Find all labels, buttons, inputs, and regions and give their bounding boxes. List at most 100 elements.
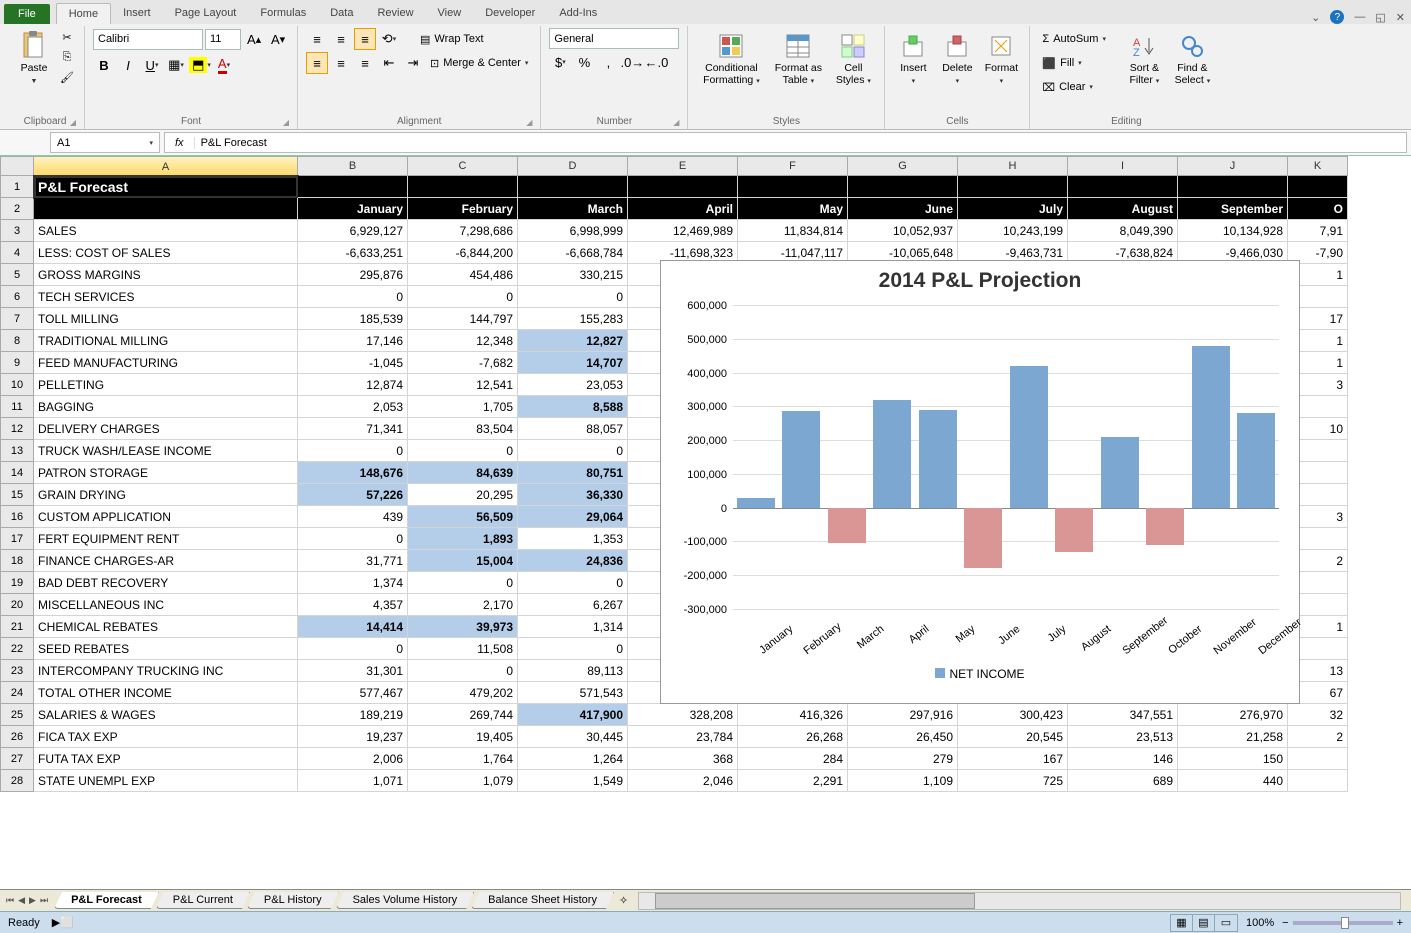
col-header-D[interactable]: D: [518, 156, 628, 176]
cell[interactable]: 6,998,999: [518, 220, 628, 242]
row-header-7[interactable]: 7: [0, 308, 34, 330]
cell[interactable]: [738, 176, 848, 198]
cell[interactable]: 297,916: [848, 704, 958, 726]
cell[interactable]: 416,326: [738, 704, 848, 726]
cell[interactable]: 71,341: [298, 418, 408, 440]
page-break-view-button[interactable]: ▭: [1215, 915, 1237, 931]
cell[interactable]: -6,844,200: [408, 242, 518, 264]
cell[interactable]: 347,551: [1068, 704, 1178, 726]
row-header-18[interactable]: 18: [0, 550, 34, 572]
cell[interactable]: 8,049,390: [1068, 220, 1178, 242]
row-label[interactable]: TOTAL OTHER INCOME: [34, 682, 298, 704]
month-header[interactable]: June: [848, 198, 958, 220]
zoom-label[interactable]: 100%: [1246, 917, 1274, 929]
paste-button[interactable]: Paste▼: [14, 28, 54, 90]
select-all-corner[interactable]: [0, 156, 34, 176]
row-header-9[interactable]: 9: [0, 352, 34, 374]
formula-input[interactable]: P&L Forecast: [195, 137, 1406, 149]
cell[interactable]: 29,064: [518, 506, 628, 528]
cell[interactable]: 15,004: [408, 550, 518, 572]
clear-button[interactable]: ⌧ Clear ▾: [1038, 76, 1118, 98]
cell[interactable]: 57,226: [298, 484, 408, 506]
cell[interactable]: 12,348: [408, 330, 518, 352]
row-label[interactable]: TECH SERVICES: [34, 286, 298, 308]
row-label[interactable]: STATE UNEMPL EXP: [34, 770, 298, 792]
cell[interactable]: 167: [958, 748, 1068, 770]
cell[interactable]: 12,469,989: [628, 220, 738, 242]
worksheet-grid[interactable]: ABCDEFGHIJK 1234567891011121314151617181…: [0, 156, 1411, 836]
cell[interactable]: 1,071: [298, 770, 408, 792]
horizontal-scrollbar[interactable]: [638, 892, 1401, 910]
align-left-button[interactable]: ≡: [306, 52, 328, 74]
month-header[interactable]: January: [298, 198, 408, 220]
sheet-nav-prev-icon[interactable]: ◀: [18, 895, 25, 906]
row-header-2[interactable]: 2: [0, 198, 34, 220]
cell[interactable]: 577,467: [298, 682, 408, 704]
align-bottom-button[interactable]: ≡: [354, 28, 376, 50]
increase-indent-button[interactable]: ⇥: [402, 52, 424, 74]
row-header-27[interactable]: 27: [0, 748, 34, 770]
cell[interactable]: [1068, 176, 1178, 198]
tab-page-layout[interactable]: Page Layout: [163, 3, 249, 24]
tab-formulas[interactable]: Formulas: [248, 3, 318, 24]
cell[interactable]: 83,504: [408, 418, 518, 440]
tab-data[interactable]: Data: [318, 3, 365, 24]
col-header-F[interactable]: F: [738, 156, 848, 176]
tab-view[interactable]: View: [426, 3, 474, 24]
row-label[interactable]: BAD DEBT RECOVERY: [34, 572, 298, 594]
row-header-16[interactable]: 16: [0, 506, 34, 528]
cell[interactable]: 14,414: [298, 616, 408, 638]
chart-bar[interactable]: [1101, 437, 1139, 508]
cell-styles-button[interactable]: Cell Styles ▾: [830, 28, 876, 90]
cell[interactable]: 7,91: [1288, 220, 1348, 242]
sheet-tab-balance-sheet-history[interactable]: Balance Sheet History: [471, 892, 614, 909]
cell[interactable]: 0: [298, 638, 408, 660]
row-label[interactable]: PATRON STORAGE: [34, 462, 298, 484]
cell[interactable]: 23,513: [1068, 726, 1178, 748]
conditional-formatting-button[interactable]: Conditional Formatting ▾: [696, 28, 766, 90]
number-launcher[interactable]: ◢: [673, 118, 679, 127]
row-label[interactable]: GRAIN DRYING: [34, 484, 298, 506]
zoom-slider[interactable]: − +: [1282, 917, 1403, 929]
cell[interactable]: 269,744: [408, 704, 518, 726]
cell[interactable]: 19,237: [298, 726, 408, 748]
font-family-select[interactable]: [93, 29, 203, 50]
cell[interactable]: 8,588: [518, 396, 628, 418]
cell[interactable]: 1,549: [518, 770, 628, 792]
fill-button[interactable]: ⬛ Fill ▾: [1038, 52, 1118, 74]
cell[interactable]: 89,113: [518, 660, 628, 682]
row-header-4[interactable]: 4: [0, 242, 34, 264]
cell[interactable]: 295,876: [298, 264, 408, 286]
cell[interactable]: 185,539: [298, 308, 408, 330]
cell[interactable]: 1,264: [518, 748, 628, 770]
row-label[interactable]: FICA TAX EXP: [34, 726, 298, 748]
cell[interactable]: 26,268: [738, 726, 848, 748]
restore-icon[interactable]: ◱: [1375, 11, 1385, 24]
font-launcher[interactable]: ◢: [283, 118, 289, 127]
cell[interactable]: 6,929,127: [298, 220, 408, 242]
cell[interactable]: 0: [408, 572, 518, 594]
cell[interactable]: 10,052,937: [848, 220, 958, 242]
cell[interactable]: 2,291: [738, 770, 848, 792]
cell[interactable]: 368: [628, 748, 738, 770]
cell[interactable]: 56,509: [408, 506, 518, 528]
format-as-table-button[interactable]: Format as Table ▾: [770, 28, 826, 90]
cell[interactable]: 479,202: [408, 682, 518, 704]
row-label[interactable]: FERT EQUIPMENT RENT: [34, 528, 298, 550]
decrease-decimal-button[interactable]: ←.0: [645, 51, 667, 73]
new-sheet-icon[interactable]: ✧: [619, 894, 628, 907]
cell[interactable]: [628, 176, 738, 198]
row-label[interactable]: TOLL MILLING: [34, 308, 298, 330]
fx-icon[interactable]: fx: [165, 137, 195, 149]
chart-bar[interactable]: [1192, 346, 1230, 508]
cell[interactable]: 0: [298, 440, 408, 462]
alignment-launcher[interactable]: ◢: [526, 118, 532, 127]
month-header[interactable]: March: [518, 198, 628, 220]
cell[interactable]: 300,423: [958, 704, 1068, 726]
tab-review[interactable]: Review: [365, 3, 425, 24]
cell[interactable]: 0: [408, 440, 518, 462]
row-header-11[interactable]: 11: [0, 396, 34, 418]
row-label[interactable]: FUTA TAX EXP: [34, 748, 298, 770]
month-header[interactable]: May: [738, 198, 848, 220]
month-header[interactable]: August: [1068, 198, 1178, 220]
